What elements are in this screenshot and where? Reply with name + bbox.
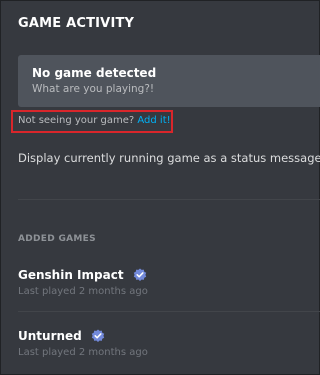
game-name: Genshin Impact bbox=[18, 267, 124, 282]
last-played: Last played 2 months ago bbox=[18, 347, 148, 358]
verified-badge-icon bbox=[133, 268, 146, 281]
divider bbox=[18, 199, 320, 200]
add-it-link[interactable]: Add it! bbox=[137, 115, 170, 126]
card-subtitle: What are you playing?! bbox=[32, 83, 155, 95]
divider bbox=[18, 311, 320, 312]
display-running-game-option[interactable]: Display currently running game as a stat… bbox=[18, 151, 320, 165]
page-title: GAME ACTIVITY bbox=[18, 16, 135, 31]
no-game-detected-card: No game detected What are you playing?! bbox=[18, 55, 320, 107]
add-game-hint: Not seeing your game? Add it! bbox=[18, 115, 171, 126]
last-played: Last played 2 months ago bbox=[18, 286, 148, 297]
added-game-item[interactable]: Unturned Last played 2 months ago bbox=[18, 325, 318, 365]
verified-badge-icon bbox=[91, 329, 105, 342]
hint-text: Not seeing your game? bbox=[18, 115, 135, 126]
game-name: Unturned bbox=[18, 328, 82, 343]
added-games-label: ADDED GAMES bbox=[18, 234, 96, 244]
added-game-item[interactable]: Genshin Impact Last played 2 months ago bbox=[18, 264, 318, 304]
card-title: No game detected bbox=[32, 66, 157, 80]
